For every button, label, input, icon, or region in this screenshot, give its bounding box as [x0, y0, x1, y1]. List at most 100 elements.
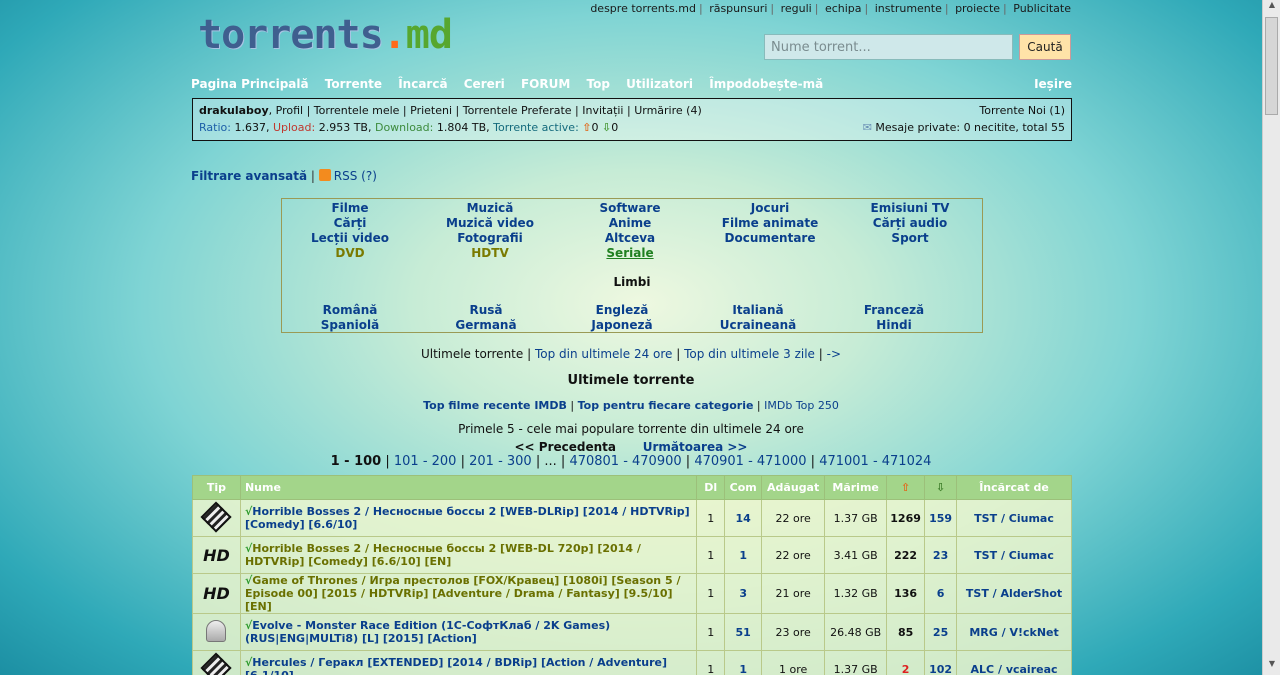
- tab-ultimele[interactable]: Ultimele torrente: [421, 347, 523, 361]
- lang-ucraineana[interactable]: Ucraineană: [720, 318, 796, 332]
- type-cell[interactable]: [192, 613, 241, 651]
- pager-next[interactable]: Următoarea >>: [643, 440, 748, 454]
- top-link-raspunsuri[interactable]: răspunsuri: [709, 2, 767, 15]
- comments-cell[interactable]: 14: [724, 499, 763, 537]
- uploader-user[interactable]: vcaireac: [1006, 663, 1058, 675]
- nav-utilizatori[interactable]: Utilizatori: [626, 77, 693, 91]
- rss-link[interactable]: RSS: [334, 169, 358, 183]
- leechers-cell[interactable]: 23: [924, 536, 958, 574]
- lang-engleza[interactable]: Engleză: [596, 303, 649, 317]
- cat-jocuri[interactable]: Jocuri: [751, 201, 789, 215]
- col-tip[interactable]: Tip: [192, 475, 241, 500]
- lang-rusa[interactable]: Rusă: [469, 303, 502, 317]
- type-cell[interactable]: [192, 650, 241, 675]
- torrent-name[interactable]: √Evolve - Monster Race Edition (1С-СофтК…: [239, 613, 698, 651]
- nav-top[interactable]: Top: [587, 77, 610, 91]
- nav-forum[interactable]: FORUM: [521, 77, 570, 91]
- uploader-group[interactable]: TST: [966, 587, 989, 600]
- uploader-user[interactable]: V!ckNet: [1009, 626, 1058, 639]
- col-incarcat-de[interactable]: Încărcat de: [956, 475, 1072, 500]
- seeders-cell[interactable]: 222: [886, 536, 926, 574]
- torrent-name[interactable]: √Horrible Bosses 2 / Несносные боссы 2 […: [239, 499, 698, 537]
- top-link-proiecte[interactable]: proiecte: [955, 2, 1000, 15]
- username[interactable]: drakulaboy: [199, 104, 269, 117]
- cat-fotografii[interactable]: Fotografii: [457, 231, 523, 245]
- advanced-filter-link[interactable]: Filtrare avansată: [191, 169, 307, 183]
- uploader-user[interactable]: Ciumac: [1009, 512, 1054, 525]
- rss-help-link[interactable]: (?): [361, 169, 377, 183]
- lang-romana[interactable]: Română: [323, 303, 378, 317]
- top-link-despre[interactable]: despre torrents.md: [590, 2, 696, 15]
- page-link[interactable]: 470801 - 470900: [569, 454, 681, 469]
- lang-franceza[interactable]: Franceză: [864, 303, 924, 317]
- torrent-name[interactable]: √Hercules / Геракл [EXTENDED] [2014 / BD…: [239, 650, 698, 675]
- search-input[interactable]: [764, 34, 1013, 60]
- page-link[interactable]: 101 - 200: [394, 454, 457, 469]
- lang-japoneza[interactable]: Japoneză: [591, 318, 652, 332]
- user-links[interactable]: , Profil | Torrentele mele | Prieteni | …: [269, 104, 702, 117]
- pager-prev[interactable]: << Precedenta: [515, 440, 617, 454]
- top-link-echipa[interactable]: echipa: [825, 2, 862, 15]
- uploader-user[interactable]: AlderShot: [1001, 587, 1063, 600]
- logout-link[interactable]: Ieșire: [1034, 77, 1072, 91]
- cat-seriale[interactable]: Seriale: [606, 246, 653, 260]
- tab-more[interactable]: ->: [827, 347, 841, 361]
- torrent-title[interactable]: Hercules / Геракл [EXTENDED] [2014 / BDR…: [245, 656, 667, 675]
- cat-muzica-video[interactable]: Muzică video: [446, 216, 534, 230]
- torrent-name[interactable]: √Horrible Bosses 2 / Несносные боссы 2 […: [239, 536, 698, 574]
- leechers-cell[interactable]: 159: [924, 499, 958, 537]
- private-messages[interactable]: ✉ Mesaje private: 0 necitite, total 55: [863, 121, 1065, 134]
- seeders-cell[interactable]: 1269: [886, 499, 926, 537]
- torrent-title[interactable]: Game of Thrones / Игра престолов [FOX/Кр…: [245, 574, 681, 613]
- cat-altceva[interactable]: Altceva: [605, 231, 655, 245]
- comments-cell[interactable]: 1: [724, 650, 763, 675]
- uploader-group[interactable]: TST: [974, 512, 997, 525]
- site-logo[interactable]: torrents.md: [198, 12, 453, 58]
- col-nume[interactable]: Nume: [239, 475, 698, 500]
- cat-filme[interactable]: Filme: [331, 201, 368, 215]
- nav-pagina-principala[interactable]: Pagina Principală: [191, 77, 309, 91]
- type-cell[interactable]: HD: [192, 536, 241, 574]
- comments-cell[interactable]: 51: [724, 613, 763, 651]
- scroll-up-icon[interactable]: ▲: [1263, 0, 1280, 16]
- top-filme-imdb-link[interactable]: Top filme recente IMDB: [423, 399, 567, 412]
- new-torrents-link[interactable]: Torrente Noi (1): [979, 104, 1065, 117]
- cat-emisiuni-tv[interactable]: Emisiuni TV: [871, 201, 950, 215]
- col-com[interactable]: Com: [724, 475, 763, 500]
- seeders-cell[interactable]: 136: [886, 573, 926, 614]
- uploader-user[interactable]: Ciumac: [1009, 549, 1054, 562]
- tab-top-24h[interactable]: Top din ultimele 24 ore: [535, 347, 673, 361]
- imdb-top-250-link[interactable]: IMDb Top 250: [764, 399, 839, 412]
- uploader-group[interactable]: ALC: [971, 663, 995, 675]
- type-cell[interactable]: HD: [192, 573, 241, 614]
- lang-spaniola[interactable]: Spaniolă: [321, 318, 379, 332]
- cat-muzica[interactable]: Muzică: [467, 201, 514, 215]
- col-adaugat[interactable]: Adăugat: [761, 475, 826, 500]
- comments-cell[interactable]: 1: [724, 536, 763, 574]
- cat-sport[interactable]: Sport: [891, 231, 928, 245]
- lang-italiana[interactable]: Italiană: [732, 303, 783, 317]
- col-seeders[interactable]: ⇧: [886, 475, 926, 500]
- tab-top-3-zile[interactable]: Top din ultimele 3 zile: [684, 347, 815, 361]
- torrent-title[interactable]: Evolve - Monster Race Edition (1С-СофтКл…: [245, 619, 610, 645]
- scroll-thumb[interactable]: [1265, 17, 1278, 115]
- leechers-cell[interactable]: 102: [924, 650, 958, 675]
- lang-germana[interactable]: Germană: [455, 318, 516, 332]
- top-categorie-link[interactable]: Top pentru fiecare categorie: [578, 399, 754, 412]
- nav-incarca[interactable]: Încarcă: [398, 77, 447, 91]
- torrent-title[interactable]: Horrible Bosses 2 / Несносные боссы 2 [W…: [245, 542, 641, 568]
- torrent-name[interactable]: √Game of Thrones / Игра престолов [FOX/К…: [239, 573, 698, 614]
- col-leechers[interactable]: ⇩: [924, 475, 958, 500]
- page-scrollbar[interactable]: ▲ ▼: [1262, 0, 1280, 675]
- nav-torrente[interactable]: Torrente: [325, 77, 382, 91]
- seeders-cell[interactable]: 85: [886, 613, 926, 651]
- col-dl[interactable]: Dl: [696, 475, 726, 500]
- nav-cereri[interactable]: Cereri: [464, 77, 505, 91]
- top-link-instrumente[interactable]: instrumente: [875, 2, 942, 15]
- cat-lectii-video[interactable]: Lecții video: [311, 231, 389, 245]
- uploader-group[interactable]: MRG: [969, 626, 997, 639]
- leechers-cell[interactable]: 25: [924, 613, 958, 651]
- cat-carti[interactable]: Cărți: [334, 216, 367, 230]
- scroll-down-icon[interactable]: ▼: [1263, 659, 1280, 675]
- leechers-cell[interactable]: 6: [924, 573, 958, 614]
